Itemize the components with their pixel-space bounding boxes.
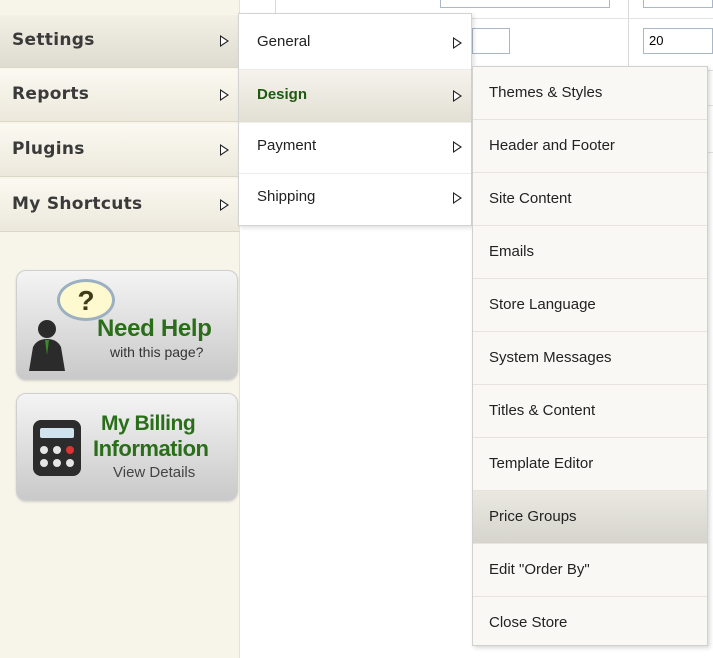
menu-item-label: Titles & Content [489,402,596,419]
menu-item-themes-styles[interactable]: Themes & Styles [473,67,707,120]
menu-item-label: Store Language [489,296,596,313]
sidebar-item-settings[interactable]: Settings [0,15,240,68]
arrow-right-icon [220,144,229,156]
billing-view-details: View Details [113,464,196,481]
menu-item-label: System Messages [489,349,612,366]
menu-item-label: General [257,33,311,50]
menu-item-system-messages[interactable]: System Messages [473,332,707,385]
arrow-right-icon [220,89,229,101]
text-input-top[interactable] [440,0,610,8]
menu-item-edit-order-by[interactable]: Edit "Order By" [473,544,707,597]
design-submenu: Themes & Styles Header and Footer Site C… [472,66,708,646]
menu-item-store-language[interactable]: Store Language [473,279,707,332]
menu-item-payment[interactable]: Payment [239,121,471,174]
menu-item-label: Header and Footer [489,137,615,154]
text-input[interactable] [472,28,510,54]
billing-title: My Billing [101,412,196,435]
menu-item-label: Template Editor [489,455,594,472]
billing-info-button[interactable]: My Billing Information View Details [16,393,238,501]
menu-item-template-editor[interactable]: Template Editor [473,438,707,491]
person-icon [29,320,65,371]
menu-item-label: Design [257,86,308,103]
sidebar-item-label: My Shortcuts [12,194,143,214]
text-input-top[interactable] [643,0,713,8]
arrow-right-icon [453,192,462,204]
quantity-value: 20 [649,33,664,48]
arrow-right-icon [220,35,229,47]
menu-item-label: Payment [257,137,317,154]
menu-item-label: Close Store [489,614,568,631]
sidebar-item-my-shortcuts[interactable]: My Shortcuts [0,179,240,232]
settings-submenu: General Design Payment Shipping [238,13,472,226]
calculator-icon [33,420,81,476]
menu-item-header-footer[interactable]: Header and Footer [473,120,707,173]
menu-item-label: Shipping [257,188,316,205]
sidebar-item-reports[interactable]: Reports [0,69,240,122]
menu-item-price-groups[interactable]: Price Groups [473,491,707,544]
menu-item-shipping[interactable]: Shipping [239,172,471,225]
arrow-right-icon [453,90,462,102]
menu-item-label: Price Groups [489,508,577,525]
sidebar-item-plugins[interactable]: Plugins [0,124,240,177]
menu-item-close-store[interactable]: Close Store [473,597,707,650]
billing-title-line2: Information [93,436,209,461]
menu-item-emails[interactable]: Emails [473,226,707,279]
arrow-right-icon [220,199,229,211]
menu-item-label: Emails [489,243,535,260]
arrow-right-icon [453,141,462,153]
menu-item-label: Edit "Order By" [489,561,590,578]
sidebar-item-label: Plugins [12,139,85,159]
sidebar-item-label: Settings [12,30,95,50]
quantity-input[interactable]: 20 [643,28,713,54]
menu-item-label: Themes & Styles [489,84,603,101]
help-subtitle: with this page? [110,344,204,360]
menu-item-design[interactable]: Design [239,70,471,123]
question-mark: ? [77,285,95,316]
need-help-button[interactable]: ? Need Help with this page? [16,270,238,380]
sidebar: Settings Reports Plugins My Shortcuts ? … [0,0,240,658]
sidebar-item-label: Reports [12,84,90,104]
menu-item-label: Site Content [489,190,572,207]
arrow-right-icon [453,37,462,49]
menu-item-general[interactable]: General [239,17,471,70]
menu-item-site-content[interactable]: Site Content [473,173,707,226]
help-title: Need Help [97,315,212,342]
menu-item-titles-content[interactable]: Titles & Content [473,385,707,438]
